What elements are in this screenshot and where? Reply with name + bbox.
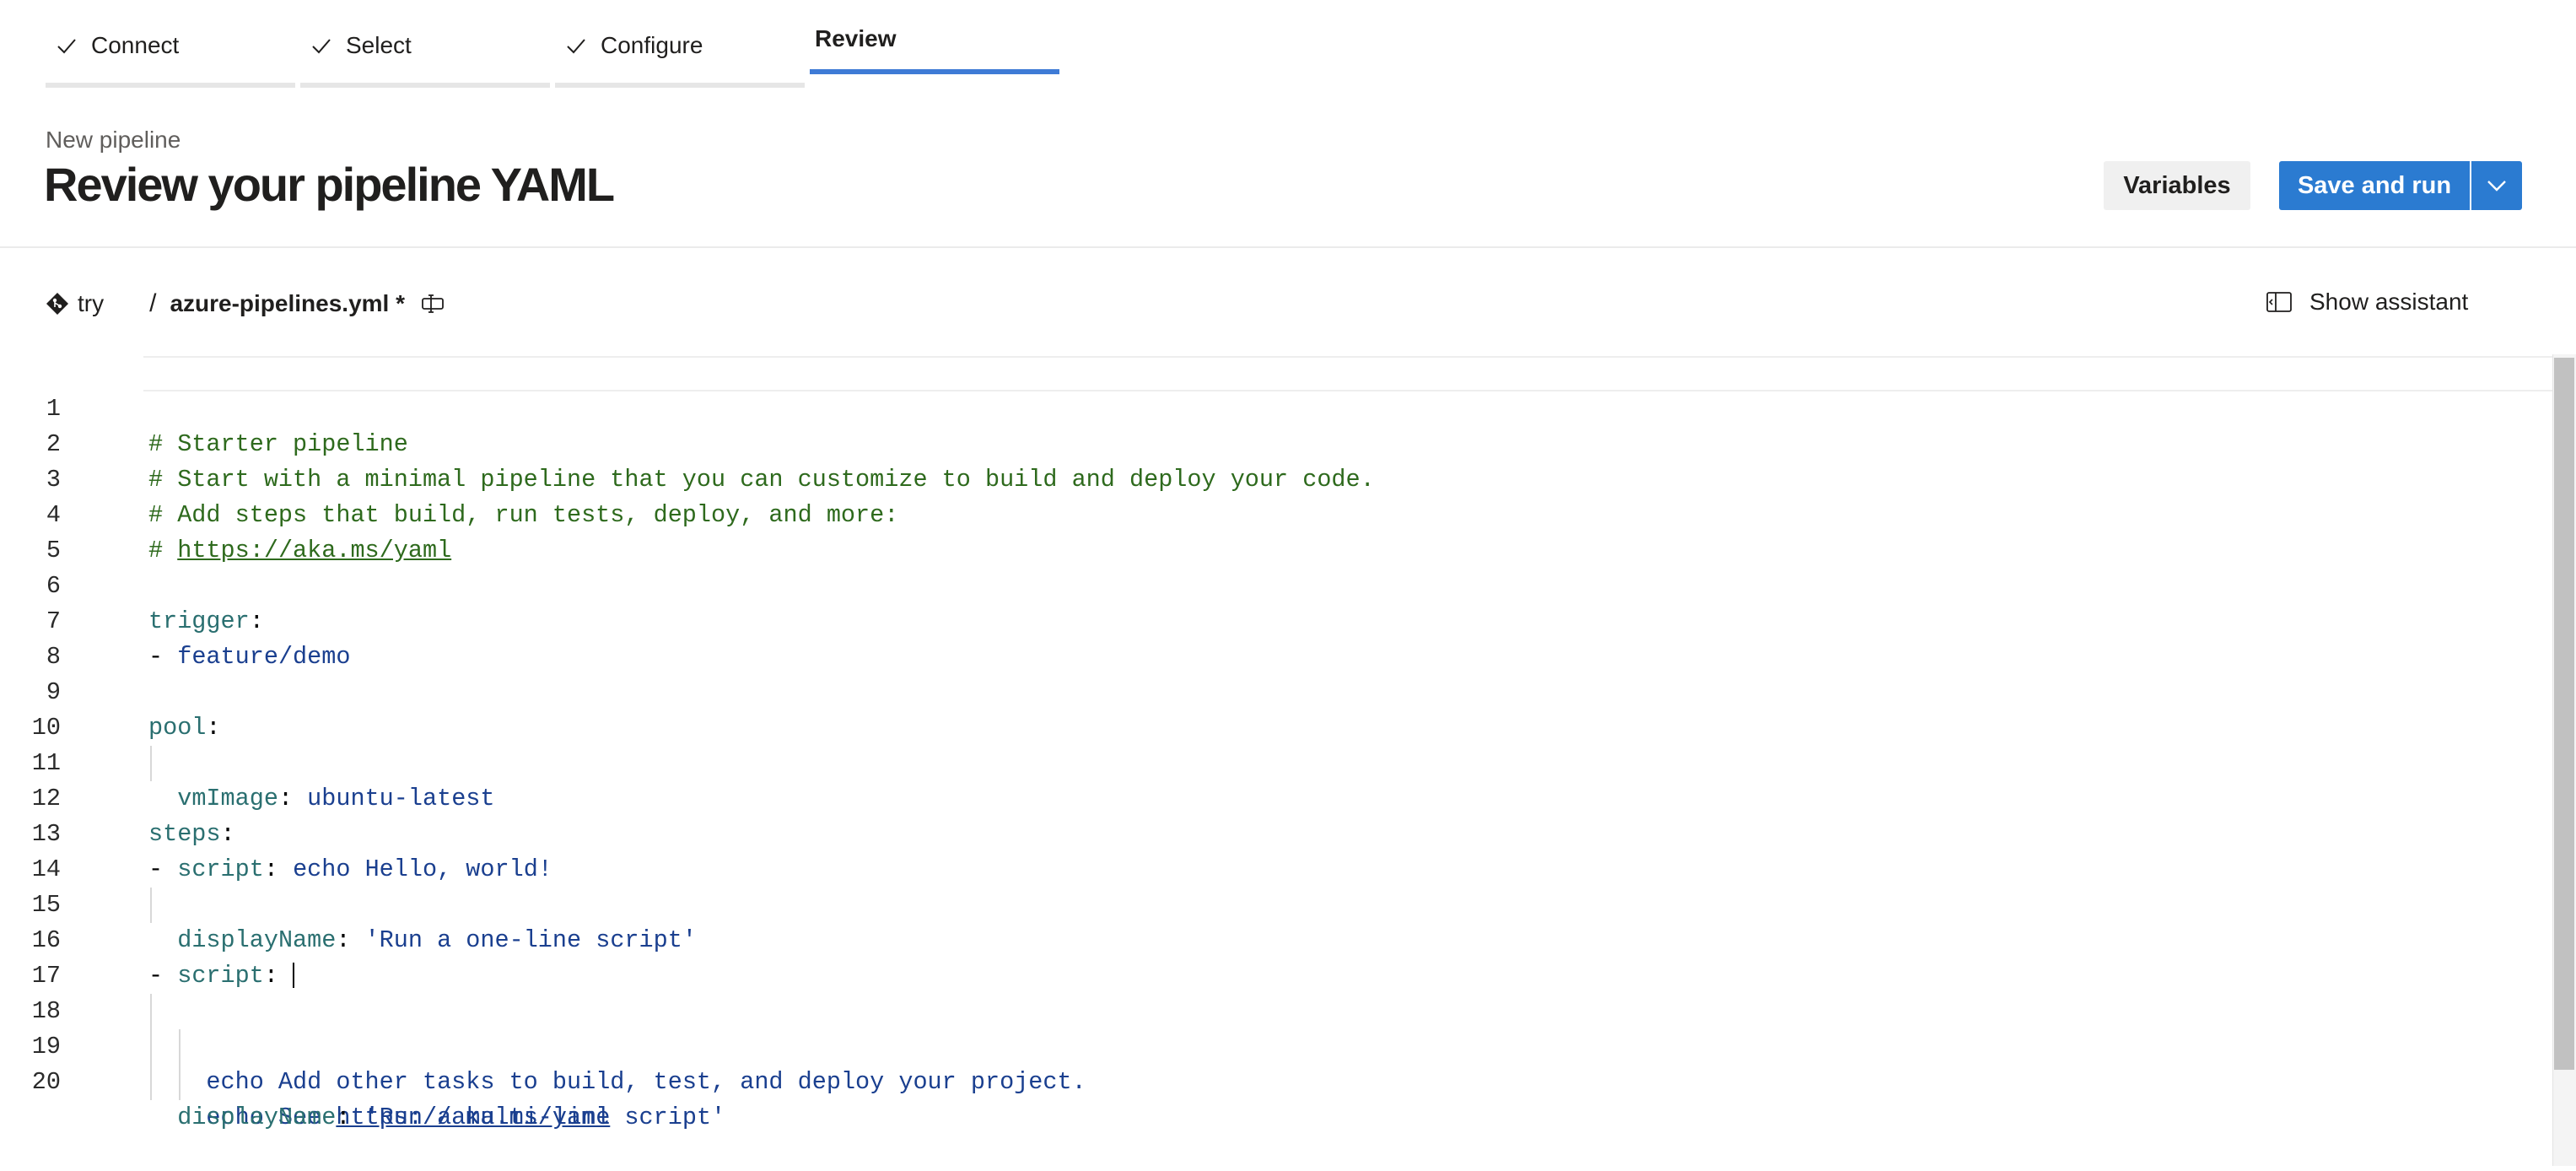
step-label: Configure [601, 32, 703, 58]
code-line: 10 vmImage: ubuntu-latest [0, 675, 2530, 812]
yaml-string: 'Run a multi-line script' [364, 1104, 726, 1131]
code-line: 16 - script: [0, 888, 2530, 990]
checkmark-icon [312, 39, 331, 54]
code-line: 11 [0, 710, 2530, 777]
step-progress-bar [46, 83, 295, 88]
step-progress-bar [555, 83, 805, 88]
show-assistant-button[interactable]: Show assistant [2266, 285, 2468, 319]
yaml-editor[interactable]: 1 # Starter pipeline 2 # Start with a mi… [0, 354, 2576, 1166]
show-assistant-label: Show assistant [2309, 289, 2469, 315]
chevron-down-icon [2487, 181, 2506, 192]
code-line: 19 displayName: 'Run a multi-line script… [0, 994, 2530, 1131]
assistant-panel-icon [2266, 292, 2292, 312]
yaml-value: echo Add other tasks to build, test, and… [206, 1068, 1086, 1096]
code-line: 5 [0, 498, 2530, 564]
header-divider [0, 246, 2576, 248]
rename-icon[interactable] [420, 291, 445, 316]
code-line: 18 echo See https://aka.ms/yaml [0, 958, 2530, 1131]
code-line: 4 # https://aka.ms/yaml [0, 462, 2530, 564]
code-line: 15 [0, 852, 2530, 919]
step-connect[interactable]: Connect [46, 0, 295, 88]
code-line: 14 displayName: 'Run a one-line script' [0, 817, 2530, 954]
code-line: 13 - script: echo Hello, world! [0, 781, 2530, 883]
step-review[interactable]: Review [810, 0, 1059, 88]
indent-guide [150, 1065, 152, 1100]
step-progress-bar [300, 83, 550, 88]
checkmark-icon [567, 39, 585, 54]
editor-scrollbar-thumb[interactable] [2554, 358, 2574, 1070]
file-name: azure-pipelines.yml * [170, 290, 405, 316]
code-line: 17 echo Add other tasks to build, test, … [0, 923, 2530, 1096]
checkmark-icon [57, 39, 76, 54]
save-and-run-button[interactable]: Save and run [2279, 161, 2470, 210]
step-label: Review [815, 25, 897, 51]
step-progress-bar-active [810, 69, 1059, 74]
code-line: 1 # Starter pipeline [0, 356, 2530, 458]
code-line: 3 # Add steps that build, run tests, dep… [0, 427, 2530, 529]
line-number: 20 [31, 1068, 61, 1096]
code-line: 9 pool: [0, 639, 2530, 742]
page-subtitle: New pipeline [46, 127, 181, 153]
step-label: Select [346, 32, 412, 58]
indent-guide [179, 1065, 181, 1100]
code-line: 7 - feature/demo [0, 569, 2530, 671]
code-line: 8 [0, 604, 2530, 671]
code-line: 2 # Start with a minimal pipeline that y… [0, 391, 2530, 494]
code-line: 6 trigger: [0, 533, 2530, 635]
variables-button[interactable]: Variables [2104, 161, 2250, 210]
code-line: 12 steps: [0, 746, 2530, 848]
file-path-bar: try / azure-pipelines.yml * [46, 287, 445, 321]
page-title: Review your pipeline YAML [44, 158, 615, 211]
code-line: 20 [0, 1029, 2530, 1096]
step-configure[interactable]: Configure [555, 0, 805, 88]
step-select[interactable]: Select [300, 0, 550, 88]
wizard-stepper: Connect Select Configure Review [46, 0, 1064, 88]
path-separator: / [149, 289, 157, 317]
branch-selector[interactable]: try [78, 290, 104, 317]
git-branch-icon [46, 293, 68, 315]
yaml-key: displayName [177, 1104, 337, 1131]
step-label: Connect [91, 32, 180, 58]
save-options-dropdown-button[interactable] [2471, 161, 2522, 210]
